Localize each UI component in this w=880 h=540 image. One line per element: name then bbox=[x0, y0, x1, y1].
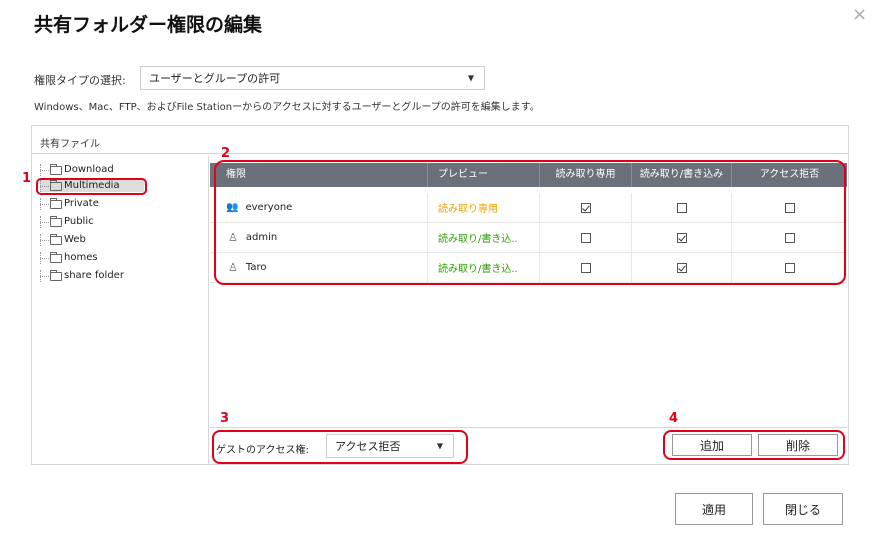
dialog-title: 共有フォルダー権限の編集 bbox=[34, 14, 263, 36]
preview-cell: 読み取り/書き込.. bbox=[428, 253, 540, 282]
read-write-checkbox[interactable] bbox=[676, 262, 687, 273]
user-icon: ♙ bbox=[228, 261, 238, 274]
tree-item-web[interactable]: Web bbox=[40, 233, 86, 246]
folder-icon bbox=[50, 163, 62, 175]
permission-type-value: ユーザーとグループの許可 bbox=[149, 72, 281, 85]
tree-item-label: share folder bbox=[64, 270, 124, 281]
table-row[interactable]: ♙ admin 読み取り/書き込.. bbox=[210, 223, 847, 253]
read-only-checkbox[interactable] bbox=[580, 262, 591, 273]
close-button[interactable]: 閉じる bbox=[763, 493, 843, 525]
tree-item-label: Private bbox=[64, 198, 99, 209]
delete-button[interactable]: 削除 bbox=[758, 434, 838, 456]
read-write-checkbox[interactable] bbox=[676, 202, 687, 213]
group-icon: 👥 bbox=[226, 202, 239, 213]
read-only-checkbox[interactable] bbox=[580, 232, 591, 243]
read-write-checkbox[interactable] bbox=[676, 232, 687, 243]
add-button[interactable]: 追加 bbox=[672, 434, 752, 456]
column-header-permission[interactable]: 権限 bbox=[210, 163, 428, 187]
table-row[interactable]: ♙ Taro 読み取り/書き込.. bbox=[210, 253, 847, 283]
user-icon: ♙ bbox=[228, 231, 238, 244]
permission-type-label: 権限タイプの選択: bbox=[34, 74, 126, 87]
user-name: admin bbox=[245, 232, 278, 243]
preview-cell: 読み取り専用 bbox=[428, 193, 540, 222]
guest-access-select[interactable]: アクセス拒否 ▼ bbox=[326, 434, 454, 458]
column-header-read-only[interactable]: 読み取り専用 bbox=[540, 163, 632, 187]
folder-icon bbox=[50, 215, 62, 227]
tree-item-homes[interactable]: homes bbox=[40, 251, 98, 264]
apply-button[interactable]: 適用 bbox=[675, 493, 753, 525]
close-icon[interactable]: × bbox=[852, 4, 867, 25]
folder-icon bbox=[50, 269, 62, 281]
permission-type-select[interactable]: ユーザーとグループの許可 ▼ bbox=[140, 66, 485, 90]
tree-item-public[interactable]: Public bbox=[40, 215, 94, 228]
dropdown-arrow-icon: ▼ bbox=[436, 441, 443, 451]
annotation-number-4: 4 bbox=[669, 411, 679, 426]
table-row[interactable]: 👥 everyone 読み取り専用 bbox=[210, 193, 847, 223]
table-header: 権限 プレビュー 読み取り専用 読み取り/書き込み アクセス拒否 bbox=[210, 163, 847, 187]
dropdown-arrow-icon: ▼ bbox=[467, 73, 474, 83]
column-header-read-write[interactable]: 読み取り/書き込み bbox=[632, 163, 732, 187]
annotation-number-1: 1 bbox=[22, 171, 32, 186]
tree-item-private[interactable]: Private bbox=[40, 197, 99, 210]
folder-icon bbox=[50, 179, 62, 191]
preview-cell: 読み取り/書き込.. bbox=[428, 223, 540, 252]
tree-item-label: Web bbox=[64, 234, 86, 245]
tree-item-label: Multimedia bbox=[64, 180, 120, 191]
deny-checkbox[interactable] bbox=[784, 202, 795, 213]
column-header-deny[interactable]: アクセス拒否 bbox=[732, 163, 847, 187]
user-name: Taro bbox=[245, 262, 267, 273]
tree-item-multimedia[interactable]: Multimedia bbox=[40, 179, 144, 192]
deny-checkbox[interactable] bbox=[784, 262, 795, 273]
user-name: everyone bbox=[245, 202, 293, 213]
folder-icon bbox=[50, 197, 62, 209]
guest-access-label: ゲストのアクセス権: bbox=[216, 445, 309, 456]
annotation-number-2: 2 bbox=[221, 146, 231, 161]
guest-access-value: アクセス拒否 bbox=[335, 440, 401, 453]
panel-divider bbox=[32, 153, 848, 154]
tree-item-label: homes bbox=[64, 252, 98, 263]
annotation-number-3: 3 bbox=[220, 411, 230, 426]
tree-item-share-folder[interactable]: share folder bbox=[40, 269, 124, 282]
tree-item-download[interactable]: Download bbox=[40, 163, 114, 176]
deny-checkbox[interactable] bbox=[784, 232, 795, 243]
tree-item-label: Public bbox=[64, 216, 94, 227]
folder-icon bbox=[50, 251, 62, 263]
column-header-preview[interactable]: プレビュー bbox=[428, 163, 540, 187]
tree-item-label: Download bbox=[64, 164, 114, 175]
read-only-checkbox[interactable] bbox=[580, 202, 591, 213]
folder-icon bbox=[50, 233, 62, 245]
permission-description: Windows、Mac、FTP、およびFile Stationーからのアクセスに… bbox=[34, 102, 540, 113]
shared-files-header: 共有ファイル bbox=[40, 139, 100, 150]
